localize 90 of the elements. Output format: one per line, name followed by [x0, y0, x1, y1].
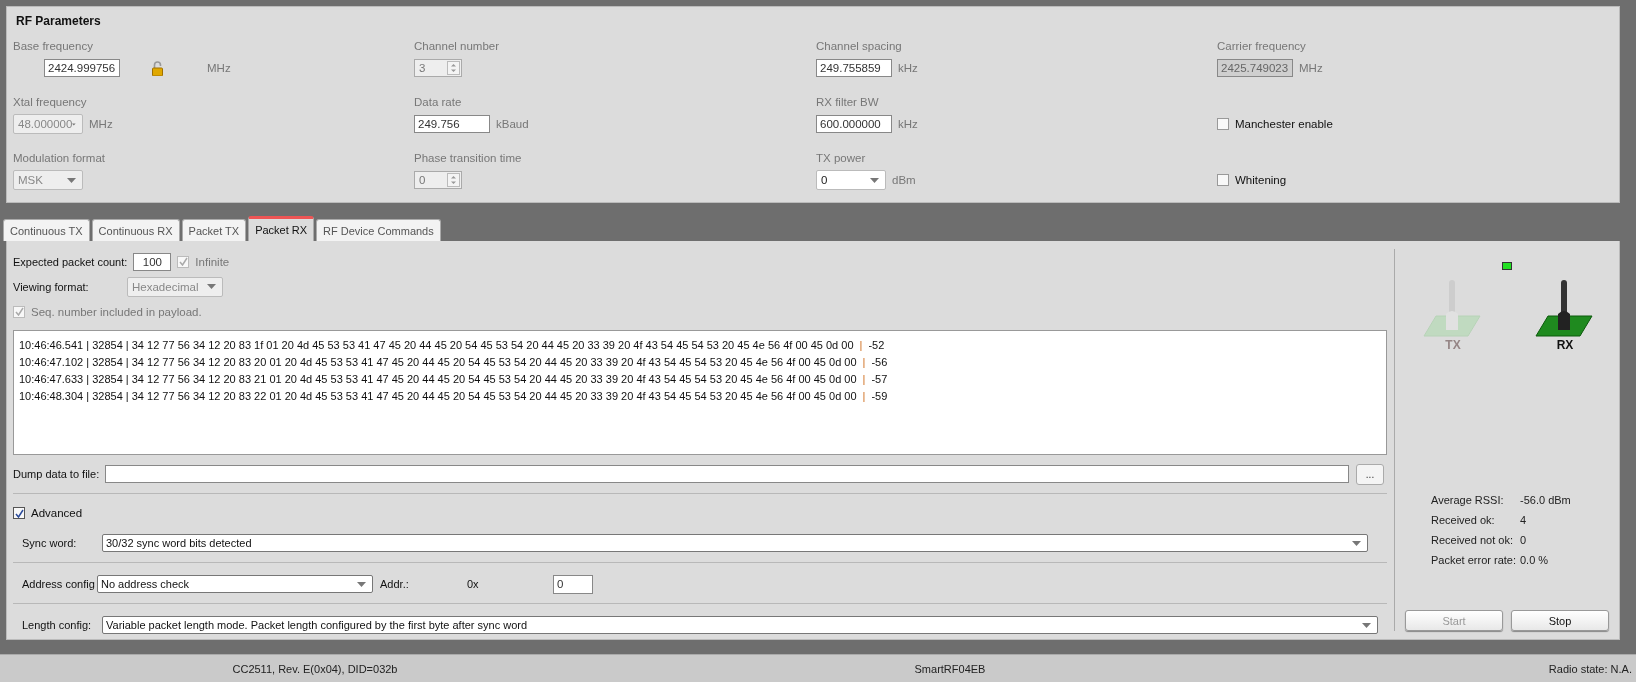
rssi-value: -56 — [871, 355, 888, 368]
separator-mark: | — [862, 372, 866, 385]
spin-arrows-icon — [447, 173, 460, 187]
field-label: Sync word: — [22, 537, 78, 549]
separator-mark: | — [859, 338, 863, 351]
hex-prefix: 0x — [467, 578, 480, 590]
checkbox-label: Advanced — [31, 507, 83, 519]
packet-line: 10:46:48.304 | 32854 | 34 12 77 56 34 12 20 83 22 01 20 4d 45 53 53 41 47 45 20 44 45 20 54 45 53 54 20 44 45 20 33 39 20 4f 43 54 45 54 53 20 45 4e 56 4f 00 45 0d 00 — [19, 389, 857, 402]
status-text: Radio state: N.A. — [1547, 662, 1633, 675]
caret-icon — [67, 177, 76, 183]
caret-icon — [357, 581, 366, 587]
caret-icon — [1362, 622, 1371, 628]
field-label: TX power — [816, 151, 866, 166]
input-field[interactable]: 0 — [553, 574, 593, 594]
checkbox[interactable] — [177, 255, 190, 268]
input-field[interactable]: 600.000000 — [816, 115, 892, 133]
dropdown[interactable]: 30/32 sync word bits detected — [102, 534, 1368, 552]
field-label: RX filter BW — [816, 95, 879, 110]
stat-value: 0.0 % — [1520, 553, 1550, 568]
field-label: Length config: — [22, 619, 93, 631]
mode-label: TX — [1445, 338, 1461, 352]
dropdown[interactable]: 0 — [816, 170, 886, 190]
tab[interactable]: RF Device Commands — [316, 219, 441, 241]
antenna-icon[interactable] — [1534, 278, 1596, 338]
unit-label: kHz — [898, 118, 918, 130]
field-label: Addr.: — [380, 578, 410, 590]
packet-line: 10:46:46.541 | 32854 | 34 12 77 56 34 12 20 83 1f 01 20 4d 45 53 53 41 47 45 20 44 45 20 54 45 53 54 20 44 45 20 33 39 20 4f 43 54 45 54 53 20 45 4e 56 4f 00 45 0d 00 — [19, 338, 854, 351]
input-field[interactable]: 100 — [133, 252, 172, 271]
field-label: Modulation format — [13, 151, 106, 166]
checkbox-label: Infinite — [195, 255, 230, 268]
browse-button[interactable]: ... — [1356, 463, 1384, 485]
tab[interactable]: Continuous TX — [3, 219, 90, 241]
checkbox[interactable] — [13, 507, 25, 519]
stat-value: 4 — [1520, 513, 1528, 528]
checkbox-label: Whitening — [1235, 174, 1287, 186]
checkbox[interactable] — [1217, 174, 1229, 186]
unit-label: kHz — [898, 62, 918, 74]
field-label: Phase transition time — [414, 151, 522, 166]
checkbox[interactable] — [1217, 118, 1229, 130]
input-field[interactable]: 2424.999756 — [44, 59, 120, 77]
readonly-field: 2425.749023 — [1217, 59, 1293, 77]
spin-arrows-icon — [447, 61, 460, 75]
separator-mark: | — [862, 389, 866, 402]
status-text: CC2511, Rev. E(0x04), DID=032b — [231, 662, 399, 675]
field-label: Viewing format: — [13, 280, 90, 293]
caret-icon — [870, 177, 879, 183]
field-label: Xtal frequency — [13, 95, 87, 110]
stat-label: Received ok: — [1431, 513, 1496, 528]
field-label: Data rate — [414, 95, 462, 110]
unit-label: MHz — [89, 118, 113, 130]
packet-line: 10:46:47.633 | 32854 | 34 12 77 56 34 12 20 83 21 01 20 4d 45 53 53 41 47 45 20 44 45 20 54 45 53 54 20 44 45 20 33 39 20 4f 43 54 45 54 53 20 45 4e 56 4f 00 45 0d 00 — [19, 372, 857, 385]
field-label: Dump data to file: — [13, 468, 99, 480]
caret-icon — [1352, 540, 1361, 546]
checkbox-label: Seq. number included in payload. — [31, 305, 202, 318]
rssi-value: -59 — [871, 389, 888, 402]
field-label: Channel number — [414, 39, 500, 54]
field-label: Carrier frequency — [1217, 39, 1306, 54]
stat-label: Packet error rate: — [1431, 553, 1517, 568]
status-text: SmartRF04EB — [913, 662, 987, 675]
field-label: Channel spacing — [816, 39, 902, 54]
separator-mark: | — [862, 355, 866, 368]
caret-icon — [207, 284, 216, 289]
mode-label: RX — [1556, 338, 1574, 352]
panel-title: RF Parameters — [16, 14, 101, 28]
field-label: Expected packet count: — [13, 255, 128, 268]
stat-value: -56.0 dBm — [1520, 493, 1571, 508]
input-field[interactable]: 249.755859 — [816, 59, 892, 77]
dropdown[interactable]: Variable packet length mode. Packet length configured by the first byte after sync word — [102, 616, 1378, 634]
tab[interactable]: Packet RX — [248, 216, 315, 241]
field-label: Address config — [22, 578, 96, 590]
packet-line: 10:46:47.102 | 32854 | 34 12 77 56 34 12 20 83 20 01 20 4d 45 53 53 41 47 45 20 44 45 20 54 45 53 54 20 44 45 20 33 39 20 4f 43 54 45 54 53 20 45 4e 56 4f 00 45 0d 00 — [19, 355, 857, 368]
padlock-icon[interactable] — [152, 60, 163, 76]
unit-label: kBaud — [496, 118, 529, 130]
checkbox-label: Manchester enable — [1235, 118, 1333, 130]
tab[interactable]: Continuous RX — [91, 219, 180, 241]
checkbox[interactable] — [13, 305, 25, 318]
dropdown[interactable]: No address check — [97, 575, 373, 593]
unit-label: MHz — [1299, 62, 1323, 74]
stat-label: Received not ok: — [1431, 533, 1514, 548]
stat-value: 0 — [1520, 533, 1528, 548]
input-field[interactable] — [105, 465, 1349, 483]
rssi-value: -57 — [871, 372, 888, 385]
rssi-value: -52 — [868, 338, 885, 351]
input-field[interactable]: 249.756 — [414, 115, 490, 133]
unit-label: MHz — [207, 62, 231, 74]
tab[interactable]: Packet TX — [181, 219, 247, 241]
action-button[interactable]: Stop — [1511, 610, 1609, 631]
stat-label: Average RSSI: — [1431, 493, 1505, 508]
field-label: Base frequency — [13, 39, 93, 54]
unit-label: dBm — [892, 174, 916, 186]
